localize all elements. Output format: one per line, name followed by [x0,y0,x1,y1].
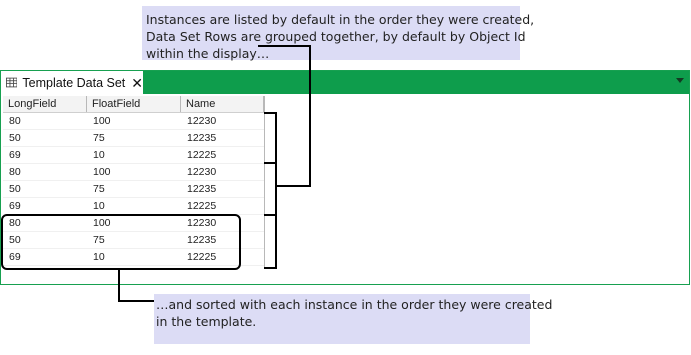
table-cell[interactable]: 100 [87,113,181,129]
table-row[interactable]: 80 100 12230 [3,164,264,181]
table-cell[interactable]: 12225 [181,147,264,163]
table-cell[interactable]: 12230 [181,113,264,129]
screenshot-root: Instances are listed by default in the o… [0,0,691,355]
table-cell[interactable]: 12225 [181,198,264,214]
table-cell[interactable]: 80 [3,164,87,180]
bracket-middle-vertical [275,164,277,216]
table-row[interactable]: 50 75 12235 [3,181,264,198]
connector-vertical-bottom [118,270,120,302]
table-cell[interactable]: 12235 [181,181,264,197]
bracket-lower-vertical [275,216,277,269]
chevron-down-icon[interactable] [676,78,684,83]
bracket-upper-vertical [275,112,277,164]
top-note-line: Instances are listed by default in the o… [146,12,535,27]
tab-template-data-set[interactable]: Template Data Set ✕ [1,71,143,94]
table-cell[interactable]: 12230 [181,164,264,180]
top-note-line: Data Set Rows are grouped together, by d… [146,29,526,44]
table-cell[interactable]: 10 [87,147,181,163]
table-cell[interactable]: 50 [3,130,87,146]
table-grid-icon [6,77,18,88]
table-cell[interactable]: 75 [87,130,181,146]
highlight-box [1,214,241,270]
table-cell[interactable]: 10 [87,198,181,214]
bottom-annotation-note: …and sorted with each instance in the or… [154,294,553,344]
connector-vertical-top [309,45,311,187]
bottom-note-line: …and sorted with each instance in the or… [156,297,553,312]
table-row[interactable]: 69 10 12225 [3,198,264,215]
table-cell[interactable]: 69 [3,147,87,163]
table-cell[interactable]: 50 [3,181,87,197]
table-cell[interactable]: 100 [87,164,181,180]
grid-right-border [264,96,265,268]
column-header-name[interactable]: Name [181,96,264,112]
connector-horizontal-bottom [118,300,154,302]
tab-title: Template Data Set [22,75,126,90]
bracket-upper-top-tick [264,112,277,114]
connector-horizontal-top [277,185,311,187]
close-icon[interactable]: ✕ [131,76,143,90]
table-row[interactable]: 69 10 12225 [3,147,264,164]
table-cell[interactable]: 75 [87,181,181,197]
top-annotation-note: Instances are listed by default in the o… [142,6,535,61]
bottom-note-line: in the template. [156,314,257,329]
table-cell[interactable]: 12235 [181,130,264,146]
column-header-longfield[interactable]: LongField [3,96,87,112]
column-header-floatfield[interactable]: FloatField [87,96,181,112]
table-cell[interactable]: 80 [3,113,87,129]
tab-bar: Template Data Set ✕ [1,71,689,94]
bracket-lower-bottom-tick [264,267,277,269]
connector-to-callout [258,45,311,47]
grid-header: LongField FloatField Name [3,96,264,113]
top-note-line: within the display… [146,46,270,61]
table-row[interactable]: 50 75 12235 [3,130,264,147]
table-row[interactable]: 80 100 12230 [3,113,264,130]
table-cell[interactable]: 69 [3,198,87,214]
